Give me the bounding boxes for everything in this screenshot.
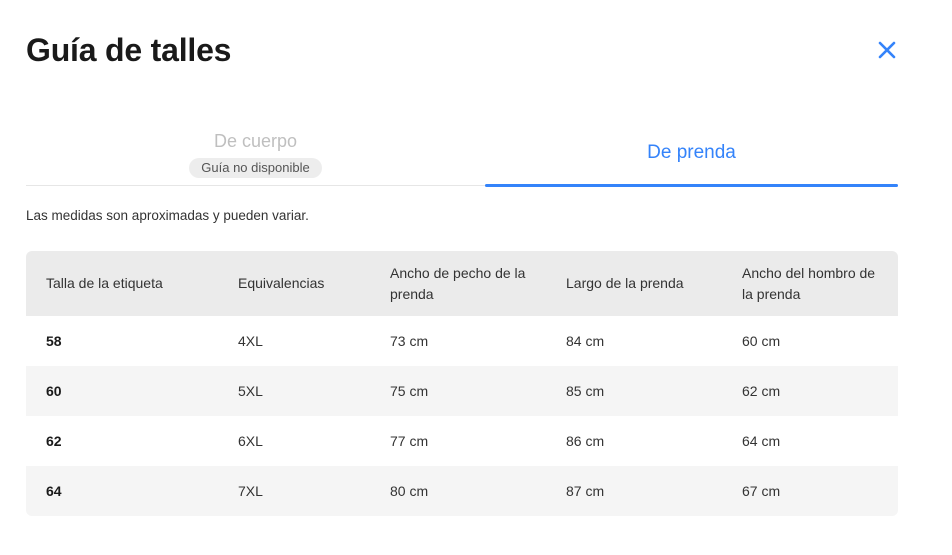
shoulder-width-cell: 67 cm bbox=[742, 482, 781, 499]
chest-width-cell: 73 cm bbox=[390, 332, 429, 349]
tab-body-measurements[interactable]: De cuerpo Guía no disponible bbox=[26, 120, 485, 186]
modal-title: Guía de talles bbox=[26, 32, 232, 68]
length-cell: 87 cm bbox=[566, 482, 605, 499]
size-guide-modal: Guía de talles De cuerpo Guía no disponi… bbox=[0, 0, 952, 555]
chest-width-cell: 77 cm bbox=[390, 432, 429, 449]
table-row: 58 4XL 73 cm 84 cm 60 cm bbox=[26, 316, 898, 366]
column-header: Ancho del hombro de la prenda bbox=[742, 264, 876, 302]
column-header: Largo de la prenda bbox=[566, 275, 684, 291]
tab-garment-measurements[interactable]: De prenda bbox=[485, 120, 898, 187]
equivalence-cell: 4XL bbox=[238, 332, 263, 349]
length-cell: 84 cm bbox=[566, 332, 605, 349]
table-row: 64 7XL 80 cm 87 cm 67 cm bbox=[26, 466, 898, 516]
table-header-row: Talla de la etiqueta Equivalencias Ancho… bbox=[26, 251, 898, 316]
shoulder-width-cell: 64 cm bbox=[742, 432, 781, 449]
shoulder-width-cell: 60 cm bbox=[742, 332, 781, 349]
tab-label: De prenda bbox=[647, 142, 736, 163]
equivalence-cell: 7XL bbox=[238, 482, 263, 499]
shoulder-width-cell: 62 cm bbox=[742, 382, 781, 399]
chest-width-cell: 75 cm bbox=[390, 382, 429, 399]
measurement-disclaimer: Las medidas son aproximadas y pueden var… bbox=[26, 208, 309, 223]
equivalence-cell: 6XL bbox=[238, 432, 263, 449]
modal-header: Guía de talles bbox=[26, 30, 898, 74]
tab-label: De cuerpo bbox=[213, 130, 298, 151]
equivalence-cell: 5XL bbox=[238, 382, 263, 399]
close-button[interactable] bbox=[876, 39, 898, 61]
size-label-cell: 60 bbox=[46, 382, 62, 399]
column-header: Equivalencias bbox=[238, 275, 325, 291]
chest-width-cell: 80 cm bbox=[390, 482, 429, 499]
size-label-cell: 64 bbox=[46, 482, 62, 499]
active-tab-indicator bbox=[485, 184, 898, 187]
column-header: Ancho de pecho de la prenda bbox=[390, 264, 526, 302]
column-header: Talla de la etiqueta bbox=[46, 275, 163, 291]
size-table: Talla de la etiqueta Equivalencias Ancho… bbox=[26, 251, 898, 516]
size-label-cell: 58 bbox=[46, 332, 62, 349]
size-guide-tabs: De cuerpo Guía no disponible De prenda bbox=[26, 120, 898, 187]
length-cell: 85 cm bbox=[566, 382, 605, 399]
length-cell: 86 cm bbox=[566, 432, 605, 449]
unavailable-badge: Guía no disponible bbox=[189, 157, 322, 178]
table-row: 60 5XL 75 cm 85 cm 62 cm bbox=[26, 366, 898, 416]
close-icon bbox=[878, 41, 896, 59]
size-label-cell: 62 bbox=[46, 432, 62, 449]
table-row: 62 6XL 77 cm 86 cm 64 cm bbox=[26, 416, 898, 466]
